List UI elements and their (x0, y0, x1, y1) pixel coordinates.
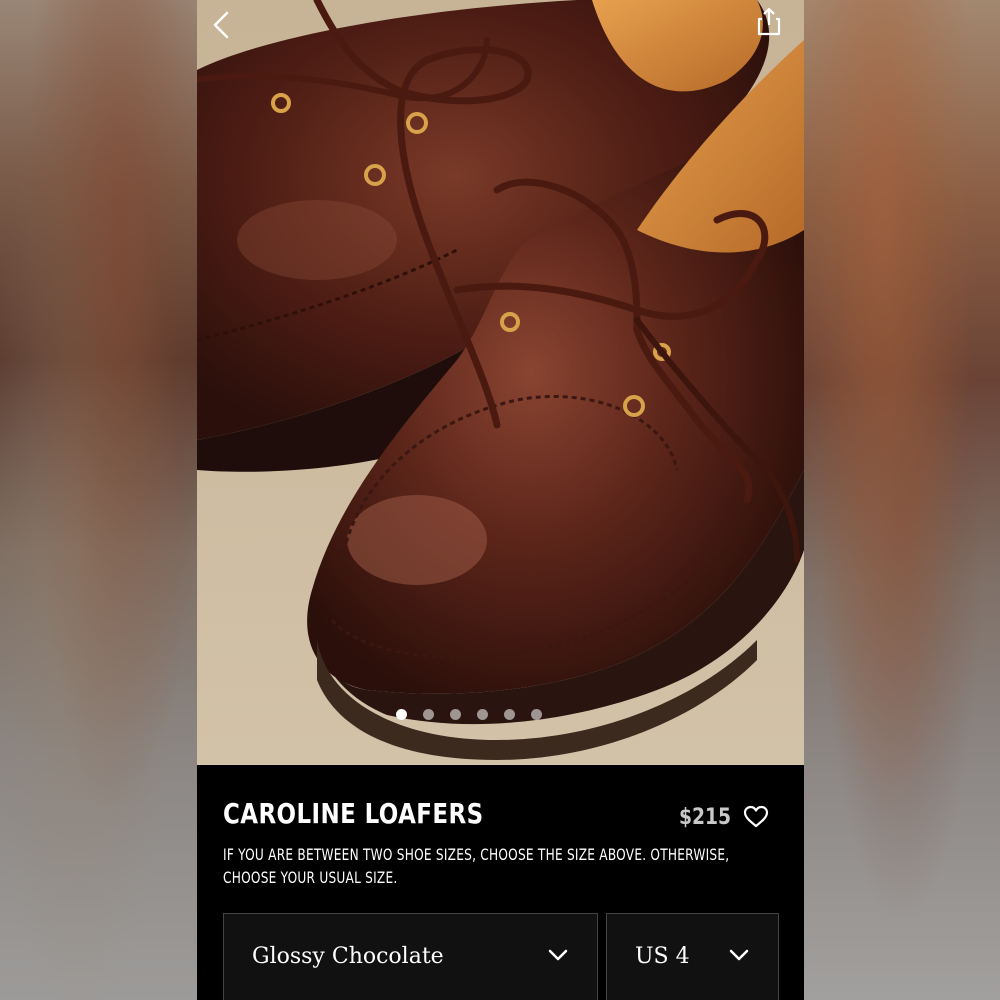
gallery-dot[interactable] (422, 709, 434, 720)
back-button[interactable] (207, 8, 237, 42)
color-dropdown[interactable]: Glossy Chocolate (223, 913, 598, 1000)
blurred-background-left (0, 0, 197, 1000)
product-info: CAROLINE LOAFERS $215 IF YOU ARE BETWEEN… (197, 765, 804, 1000)
chevron-down-icon (729, 949, 749, 961)
product-title: CAROLINE LOAFERS (223, 797, 484, 830)
favorite-button[interactable] (743, 805, 769, 829)
gallery-dot[interactable] (476, 709, 488, 720)
product-screen: CAROLINE LOAFERS $215 IF YOU ARE BETWEEN… (197, 0, 804, 1000)
chevron-left-icon (213, 11, 229, 39)
size-guidance-note: IF YOU ARE BETWEEN TWO SHOE SIZES, CHOOS… (223, 845, 730, 887)
chevron-down-icon (548, 949, 568, 961)
blurred-background-right (804, 0, 1000, 1000)
size-dropdown[interactable]: US 4 (606, 913, 779, 1000)
gallery-dot[interactable] (530, 709, 542, 720)
loafers-photo (197, 0, 804, 765)
gallery-pagination (197, 709, 772, 720)
share-icon (757, 7, 781, 36)
size-dropdown-value: US 4 (635, 944, 690, 969)
product-image[interactable] (197, 0, 804, 765)
gallery-dot[interactable] (503, 709, 515, 720)
gallery-dot[interactable] (395, 709, 407, 720)
share-button[interactable] (754, 6, 784, 38)
gallery-dot[interactable] (449, 709, 461, 720)
heart-icon (743, 805, 769, 828)
product-price: $215 (679, 805, 732, 830)
color-dropdown-value: Glossy Chocolate (252, 944, 444, 969)
